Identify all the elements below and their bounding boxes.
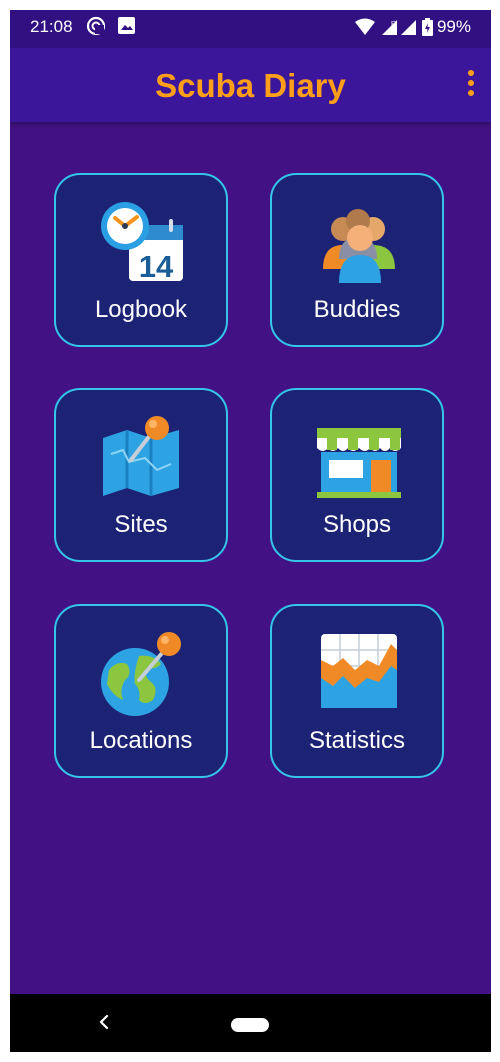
tile-shops[interactable]: Shops (270, 388, 444, 562)
calendar-clock-icon: 14 (101, 202, 183, 284)
tile-label: Shops (322, 511, 392, 538)
wifi-icon: x (354, 18, 375, 35)
app-bar: Scuba Diary (10, 48, 491, 122)
storefront-icon (317, 428, 401, 498)
svg-text:x: x (369, 20, 373, 27)
tile-label: Sites (114, 511, 168, 538)
battery-icon (421, 18, 433, 36)
tile-label: Locations (89, 727, 193, 754)
tile-label: Logbook (94, 296, 188, 323)
tile-locations[interactable]: Locations (54, 604, 228, 778)
status-right-group: x R 99% (354, 17, 471, 37)
more-vert-icon[interactable] (465, 70, 477, 100)
app-title: Scuba Diary (155, 67, 346, 104)
battery-percent: 99% (436, 17, 471, 36)
back-chevron-icon[interactable] (96, 1010, 112, 1034)
tile-label: Statistics (308, 727, 406, 754)
globe-pin-icon (101, 632, 181, 716)
svg-text:R: R (391, 21, 396, 28)
status-bar: 21:08 x R 99% (10, 10, 491, 48)
tile-buddies[interactable]: Buddies (270, 173, 444, 347)
map-pin-icon (103, 416, 179, 496)
system-nav-bar (10, 994, 491, 1052)
home-pill-icon[interactable] (231, 1018, 269, 1032)
tile-sites[interactable]: Sites (54, 388, 228, 562)
area-chart-icon (321, 634, 397, 708)
status-time: 21:08 (30, 17, 73, 36)
tile-label: Buddies (313, 296, 401, 323)
tile-logbook[interactable]: 14 Logbook (54, 173, 228, 347)
image-icon (118, 17, 135, 34)
svg-text:14: 14 (139, 249, 174, 284)
tile-statistics[interactable]: Statistics (270, 604, 444, 778)
sync-icon (86, 16, 106, 36)
phone-screen: 21:08 x R 99% Scuba Diary 14 Logbook Bud… (10, 10, 491, 1052)
signal-icon: R (381, 20, 416, 35)
people-group-icon (323, 209, 395, 283)
